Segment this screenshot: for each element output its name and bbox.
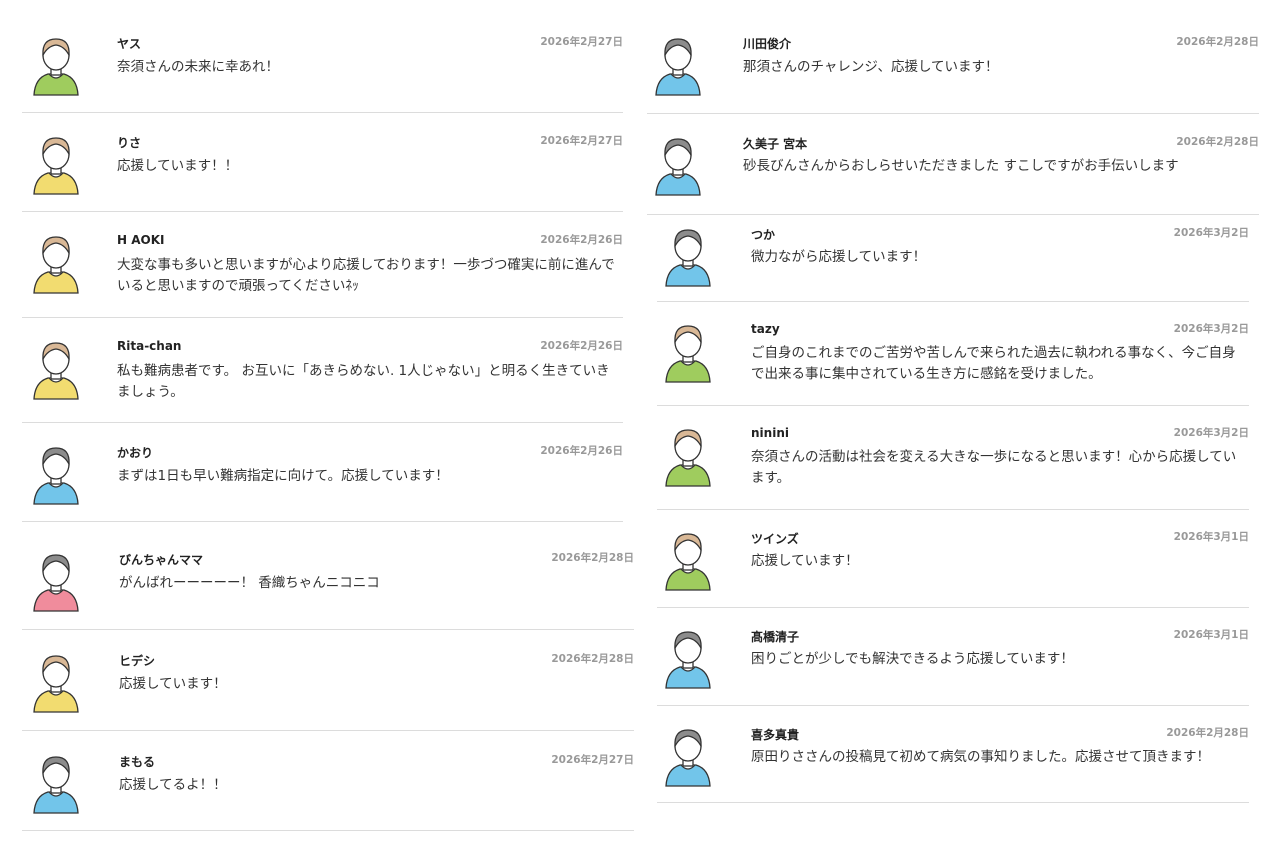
comment-date: 2026年2月26日 xyxy=(540,234,623,246)
comment-message: 私も難病患者です。 お互いに「あきらめない. 1人じゃない」と明るく生きていきま… xyxy=(117,363,610,400)
comment-date: 2026年3月1日 xyxy=(1173,531,1249,543)
comment-item: 久美子 宮本 2026年2月28日砂長びんさんからおしらせいただきました すこしで… xyxy=(647,114,1259,215)
comment-item: ヤス 2026年2月27日奈須さんの未来に幸あれ！ xyxy=(22,22,623,113)
comment-message: 那須さんのチャレンジ、応援しています！ xyxy=(743,59,999,75)
comment-item: 髙橋清子 2026年3月1日困りごとが少しでも解決できるよう応援しています！ xyxy=(657,608,1249,706)
comment-divider xyxy=(22,830,634,831)
comment-item: Rita-chan 2026年2月26日私も難病患者です。 お互いに「あきらめない… xyxy=(22,318,623,423)
comment-message: 応援しています！！ xyxy=(117,158,239,174)
comment-divider xyxy=(657,802,1249,803)
comment-date: 2026年2月26日 xyxy=(540,340,623,352)
comment-item: まもる 2026年2月27日応援してるよ！！ xyxy=(22,731,634,831)
avatar-icon xyxy=(663,725,713,787)
comment-message: 砂長びんさんからおしらせいただきました すこしですがお手伝いします xyxy=(743,158,1179,174)
comment-date: 2026年3月1日 xyxy=(1173,629,1249,641)
comment-date: 2026年2月28日 xyxy=(1176,36,1259,48)
comment-message: 応援しています！ xyxy=(751,553,859,569)
comment-message: 原田りささんの投稿見て初めて病気の事知りました。応援させて頂きます！ xyxy=(751,749,1210,765)
comment-message: 大変な事も多いと思いますが心より応援しております！一歩づつ確実に前に進んでいると… xyxy=(117,257,615,294)
avatar-icon xyxy=(653,134,703,196)
commenter-name: つか xyxy=(751,228,776,242)
comment-date: 2026年3月2日 xyxy=(1173,227,1249,239)
avatar-icon xyxy=(31,338,81,400)
comment-item: 喜多真貴 2026年2月28日原田りささんの投稿見て初めて病気の事知りました。応援… xyxy=(657,706,1249,803)
comment-item: かおり 2026年2月26日まずは1日も早い難病指定に向けて。応援しています！ xyxy=(22,423,623,522)
commenter-name: 髙橋清子 xyxy=(751,630,800,644)
avatar-icon xyxy=(663,425,713,487)
comment-item: りさ 2026年2月27日応援しています！！ xyxy=(22,113,623,212)
avatar-icon xyxy=(663,321,713,383)
commenter-name: まもる xyxy=(119,755,156,769)
commenter-name: Rita-chan xyxy=(117,339,182,353)
comment-date: 2026年2月28日 xyxy=(1176,136,1259,148)
commenter-name: りさ xyxy=(117,136,142,150)
commenter-name: tazy xyxy=(751,322,780,336)
comment-item: tazy 2026年3月2日ご自身のこれまでのご苦労や苦しんで来られた過去に執われ… xyxy=(657,302,1249,406)
comment-message: がんばれーーーーー！ 香織ちゃんニコニコ xyxy=(119,575,380,591)
avatar-icon xyxy=(31,651,81,713)
comment-date: 2026年2月26日 xyxy=(540,445,623,457)
comment-date: 2026年3月2日 xyxy=(1173,427,1249,439)
comment-item: ninini 2026年3月2日奈須さんの活動は社会を変える大きな一歩になると思い… xyxy=(657,406,1249,510)
comment-item: ツインズ 2026年3月1日応援しています！ xyxy=(657,510,1249,608)
comment-message: まずは1日も早い難病指定に向けて。応援しています！ xyxy=(117,468,449,484)
commenter-name: ツインズ xyxy=(751,532,799,546)
commenter-name: 久美子 宮本 xyxy=(743,137,808,151)
comment-message: 困りごとが少しでも解決できるよう応援しています！ xyxy=(751,651,1074,667)
comment-date: 2026年2月27日 xyxy=(540,135,623,147)
commenter-name: ninini xyxy=(751,426,789,440)
avatar-icon xyxy=(663,627,713,689)
avatar-icon xyxy=(663,529,713,591)
comment-message: 応援してるよ！！ xyxy=(119,777,227,793)
commenter-name: かおり xyxy=(117,446,154,460)
comment-item: つか 2026年3月2日微力ながら応援しています！ xyxy=(657,215,1249,302)
comment-message: 微力ながら応援しています！ xyxy=(751,249,927,265)
comment-item: 川田俊介 2026年2月28日那須さんのチャレンジ、応援しています！ xyxy=(647,22,1259,114)
commenter-name: びんちゃんママ xyxy=(119,553,204,567)
comment-message: ご自身のこれまでのご苦労や苦しんで来られた過去に執われる事なく、今ご自身で出来る… xyxy=(751,345,1236,382)
avatar-icon xyxy=(31,752,81,814)
comment-item: H AOKI 2026年2月26日大変な事も多いと思いますが心より応援しております… xyxy=(22,212,623,318)
avatar-icon xyxy=(663,225,713,287)
comment-item: びんちゃんママ 2026年2月28日がんばれーーーーー！ 香織ちゃんニコニコ xyxy=(22,522,634,630)
comment-date: 2026年2月27日 xyxy=(540,36,623,48)
commenter-name: ヤス xyxy=(117,37,142,51)
commenter-name: ヒデシ xyxy=(119,654,156,668)
commenter-name: H AOKI xyxy=(117,233,165,247)
comment-date: 2026年3月2日 xyxy=(1173,323,1249,335)
comment-message: 奈須さんの未来に幸あれ！ xyxy=(117,59,279,75)
comment-message: 応援しています！ xyxy=(119,676,227,692)
comment-date: 2026年2月28日 xyxy=(551,552,634,564)
avatar-icon xyxy=(653,34,703,96)
commenter-name: 川田俊介 xyxy=(743,37,792,51)
comment-date: 2026年2月27日 xyxy=(551,754,634,766)
avatar-icon xyxy=(31,443,81,505)
avatar-icon xyxy=(31,133,81,195)
commenter-name: 喜多真貴 xyxy=(751,728,800,742)
comment-date: 2026年2月28日 xyxy=(1166,727,1249,739)
avatar-icon xyxy=(31,550,81,612)
avatar-icon xyxy=(31,232,81,294)
avatar-icon xyxy=(31,34,81,96)
comment-message: 奈須さんの活動は社会を変える大きな一歩になると思います！心から応援しています。 xyxy=(751,449,1237,486)
comment-item: ヒデシ 2026年2月28日応援しています！ xyxy=(22,630,634,731)
comment-date: 2026年2月28日 xyxy=(551,653,634,665)
